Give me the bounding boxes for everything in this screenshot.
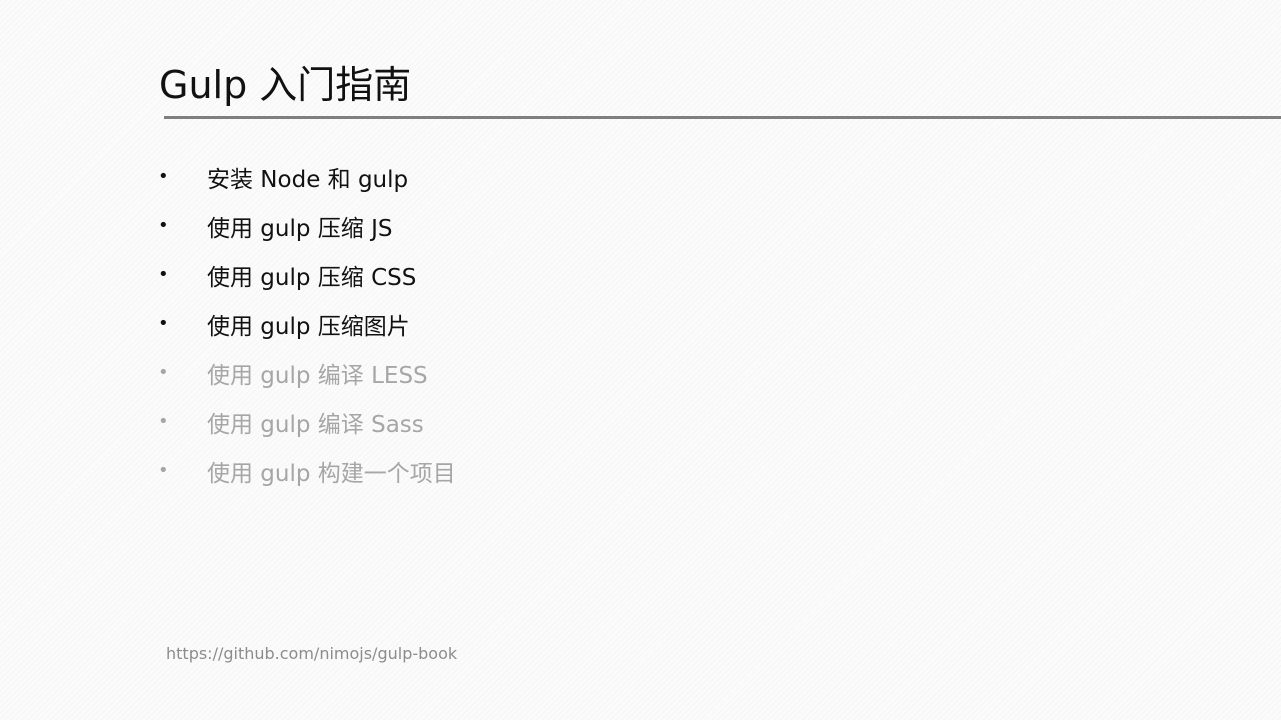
slide-title: Gulp 入门指南 — [159, 63, 412, 107]
bullet-icon: • — [158, 460, 169, 481]
list-item-label: 使用 gulp 压缩 JS — [207, 215, 393, 242]
footer-repo-link[interactable]: https://github.com/nimojs/gulp-book — [166, 644, 457, 663]
list-item-label: 使用 gulp 编译 Sass — [207, 411, 424, 438]
bullet-icon: • — [158, 166, 169, 187]
list-item: • 使用 gulp 压缩 CSS — [158, 250, 456, 299]
list-item-label: 使用 gulp 压缩图片 — [207, 313, 410, 340]
bullet-icon: • — [158, 411, 169, 432]
list-item-label: 安装 Node 和 gulp — [207, 166, 409, 193]
bullet-icon: • — [158, 215, 169, 236]
bullet-icon: • — [158, 264, 169, 285]
list-item: • 使用 gulp 编译 Sass — [158, 397, 456, 446]
list-item-label: 使用 gulp 编译 LESS — [207, 362, 428, 389]
list-item-label: 使用 gulp 压缩 CSS — [207, 264, 417, 291]
list-item-label: 使用 gulp 构建一个项目 — [207, 460, 456, 487]
slide: Gulp 入门指南 • 安装 Node 和 gulp • 使用 gulp 压缩 … — [0, 0, 1281, 720]
list-item: • 使用 gulp 构建一个项目 — [158, 446, 456, 495]
list-item: • 使用 gulp 压缩 JS — [158, 201, 456, 250]
list-item: • 使用 gulp 编译 LESS — [158, 348, 456, 397]
list-item: • 使用 gulp 压缩图片 — [158, 299, 456, 348]
list-item: • 安装 Node 和 gulp — [158, 152, 456, 201]
bullet-icon: • — [158, 313, 169, 334]
bullet-list: • 安装 Node 和 gulp • 使用 gulp 压缩 JS • 使用 gu… — [158, 152, 456, 495]
title-divider — [164, 116, 1281, 119]
bullet-icon: • — [158, 362, 169, 383]
